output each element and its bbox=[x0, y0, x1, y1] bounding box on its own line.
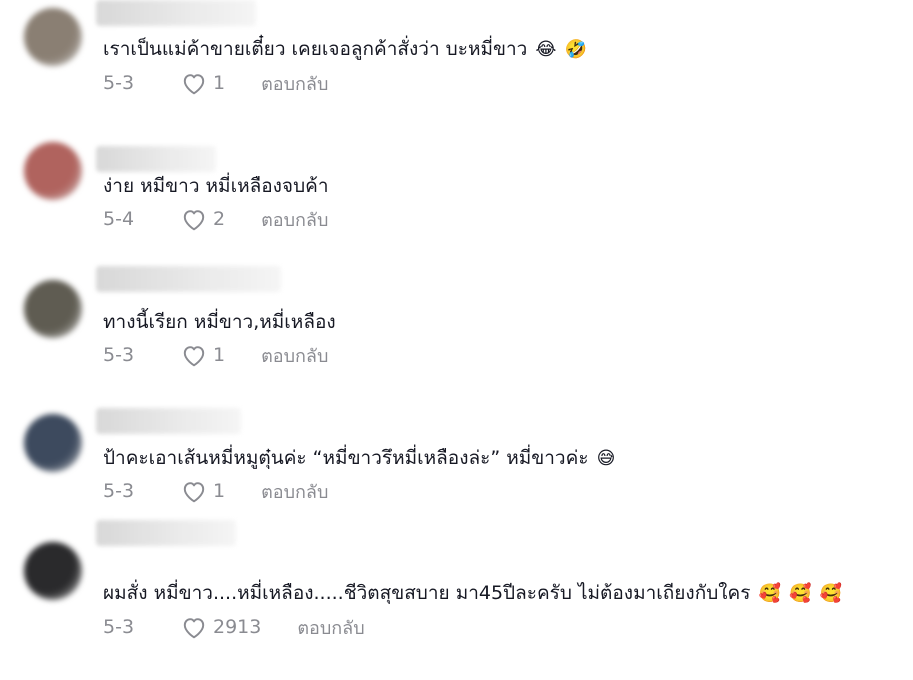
avatar[interactable] bbox=[24, 142, 82, 200]
username-blurred[interactable] bbox=[96, 146, 216, 172]
heart-icon[interactable] bbox=[181, 207, 207, 231]
comment-body: ป้าคะเอาเส้นหมี่หมูตุ๋นค่ะ “หมี่ขาวรึหมี… bbox=[103, 447, 589, 469]
avatar[interactable] bbox=[24, 414, 82, 472]
comment-date: 5-3 bbox=[103, 480, 135, 502]
comment-body: ง่าย หมีขาว หมี่เหลืองจบค้า bbox=[103, 175, 329, 197]
smiling-hearts-emoji-icon: 🥰 bbox=[819, 583, 842, 604]
heart-icon[interactable] bbox=[181, 71, 207, 95]
reply-button[interactable]: ตอบกลับ bbox=[261, 477, 328, 506]
comment-text: ทางนี้เรียก หมี่ขาว,หมี่เหลือง bbox=[103, 309, 336, 335]
comment-item: ง่าย หมีขาว หมี่เหลืองจบค้า 5-4 2 ตอบกลั… bbox=[0, 136, 913, 272]
like-count: 2 bbox=[213, 208, 226, 230]
comment-item: ผมสั่ง หมี่ขาว....หมี่เหลือง.....ชีวิตสุ… bbox=[0, 520, 913, 680]
smiling-hearts-emoji-icon: 🥰 bbox=[758, 583, 781, 604]
comment-body: ทางนี้เรียก หมี่ขาว,หมี่เหลือง bbox=[103, 311, 336, 333]
username-blurred[interactable] bbox=[96, 0, 256, 26]
comment-meta: 5-3 1 ตอบกลับ bbox=[103, 70, 328, 96]
comment-text: ป้าคะเอาเส้นหมี่หมูตุ๋นค่ะ “หมี่ขาวรึหมี… bbox=[103, 445, 615, 472]
like-count: 2913 bbox=[213, 616, 262, 638]
sweat-smile-emoji-icon: 😅 bbox=[596, 448, 616, 469]
comment-item: เราเป็นแม่ค้าขายเตี๋ยว เคยเจอลูกค้าสั่งว… bbox=[0, 0, 913, 136]
smiling-hearts-emoji-icon: 🥰 bbox=[788, 583, 812, 604]
comment-item: ทางนี้เรียก หมี่ขาว,หมี่เหลือง 5-3 1 ตอบ… bbox=[0, 266, 913, 408]
comment-date: 5-3 bbox=[103, 344, 135, 366]
username-blurred[interactable] bbox=[96, 408, 241, 434]
comment-text: ง่าย หมีขาว หมี่เหลืองจบค้า bbox=[103, 173, 329, 199]
like-button[interactable]: 2913 bbox=[181, 615, 297, 639]
laughing-emoji-icon: 😂 bbox=[535, 39, 557, 60]
like-button[interactable]: 1 bbox=[181, 343, 261, 367]
heart-icon[interactable] bbox=[181, 615, 207, 639]
like-count: 1 bbox=[213, 480, 226, 502]
comment-date: 5-3 bbox=[103, 616, 135, 638]
reply-button[interactable]: ตอบกลับ bbox=[297, 613, 364, 642]
avatar[interactable] bbox=[24, 8, 82, 66]
comment-text: ผมสั่ง หมี่ขาว....หมี่เหลือง.....ชีวิตสุ… bbox=[103, 580, 842, 607]
comment-date: 5-4 bbox=[103, 208, 135, 230]
heart-icon[interactable] bbox=[181, 479, 207, 503]
like-count: 1 bbox=[213, 72, 226, 94]
like-button[interactable]: 1 bbox=[181, 71, 261, 95]
rofl-emoji-icon: 🤣 bbox=[564, 39, 587, 60]
comment-text: เราเป็นแม่ค้าขายเตี๋ยว เคยเจอลูกค้าสั่งว… bbox=[103, 36, 587, 63]
comment-meta: 5-3 2913 ตอบกลับ bbox=[103, 614, 365, 640]
avatar[interactable] bbox=[24, 542, 82, 600]
username-blurred[interactable] bbox=[96, 266, 281, 292]
reply-button[interactable]: ตอบกลับ bbox=[261, 205, 328, 234]
comment-meta: 5-3 1 ตอบกลับ bbox=[103, 342, 328, 368]
like-button[interactable]: 1 bbox=[181, 479, 261, 503]
avatar[interactable] bbox=[24, 280, 82, 338]
like-count: 1 bbox=[213, 344, 226, 366]
username-blurred[interactable] bbox=[96, 520, 236, 546]
comment-date: 5-3 bbox=[103, 72, 135, 94]
reply-button[interactable]: ตอบกลับ bbox=[261, 69, 328, 98]
comment-body: เราเป็นแม่ค้าขายเตี๋ยว เคยเจอลูกค้าสั่งว… bbox=[103, 38, 528, 60]
comment-meta: 5-3 1 ตอบกลับ bbox=[103, 478, 328, 504]
comment-body: ผมสั่ง หมี่ขาว....หมี่เหลือง.....ชีวิตสุ… bbox=[103, 582, 751, 604]
heart-icon[interactable] bbox=[181, 343, 207, 367]
reply-button[interactable]: ตอบกลับ bbox=[261, 341, 328, 370]
like-button[interactable]: 2 bbox=[181, 207, 261, 231]
comment-meta: 5-4 2 ตอบกลับ bbox=[103, 206, 328, 232]
